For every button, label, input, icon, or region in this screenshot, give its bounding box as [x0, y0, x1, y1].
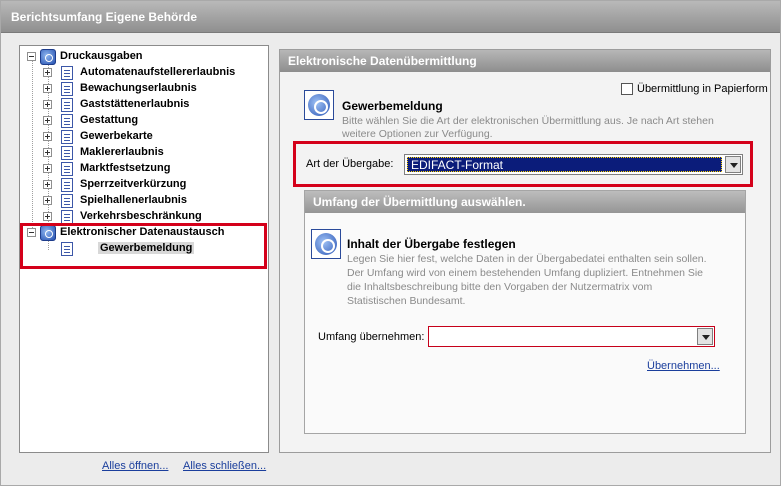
tree-item-label: Verkehrsbeschränkung [80, 210, 202, 222]
open-all-link[interactable]: Alles öffnen... [102, 460, 168, 472]
scope-desc-line: Statistischen Bundesamt. [347, 295, 466, 307]
expand-icon[interactable] [43, 132, 52, 141]
tree-item-sperrzeitverkuerzung[interactable]: Sperrzeitverkürzung [20, 177, 268, 193]
paper-transfer-checkbox[interactable] [621, 83, 633, 95]
dropdown-arrow-icon[interactable] [697, 328, 713, 345]
document-icon [61, 162, 73, 176]
expand-icon[interactable] [43, 148, 52, 157]
window-title: Berichtsumfang Eigene Behörde [1, 1, 780, 33]
scope-panel: Umfang der Übermittlung auswählen. Inhal… [304, 190, 746, 434]
report-scope-window: Berichtsumfang Eigene Behörde Druckausga… [0, 0, 781, 486]
scope-select[interactable] [428, 326, 715, 347]
tree-node-druckausgaben[interactable]: Druckausgaben [20, 49, 268, 65]
paper-transfer-label: Übermittlung in Papierform [637, 83, 768, 95]
scope-select-value [431, 329, 694, 344]
expand-icon[interactable] [43, 212, 52, 221]
tree-item-automatenaufstellererlaubnis[interactable]: Automatenaufstellererlaubnis [20, 65, 268, 81]
tree-item-label: Gewerbekarte [80, 130, 153, 142]
scope-field-label: Umfang übernehmen: [318, 331, 425, 343]
tree-item-gestattung[interactable]: Gestattung [20, 113, 268, 129]
tree-item-label: Sperrzeitverkürzung [80, 178, 187, 190]
scope-desc-line: die Inhaltsbeschreibung bitte den Vorgab… [347, 281, 653, 293]
document-icon [61, 82, 73, 96]
document-icon [61, 114, 73, 128]
document-icon [61, 210, 73, 224]
tree-item-label: Gestattung [80, 114, 139, 126]
print-folder-icon [40, 49, 56, 65]
gewerbemeldung-icon [304, 90, 334, 120]
tree-item-label: Spielhallenerlaubnis [80, 194, 187, 206]
tree-item-label: Bewachungserlaubnis [80, 82, 197, 94]
tree-item-gewerbekarte[interactable]: Gewerbekarte [20, 129, 268, 145]
tree-item-label: Maklererlaubnis [80, 146, 164, 158]
document-icon [61, 66, 73, 80]
close-all-link[interactable]: Alles schließen... [183, 460, 266, 472]
tree-item-label: Marktfestsetzung [80, 162, 171, 174]
tree-item-label: Automatenaufstellererlaubnis [80, 66, 236, 78]
scope-panel-header: Umfang der Übermittlung auswählen. [305, 191, 745, 213]
document-icon [61, 194, 73, 208]
scope-title: Inhalt der Übergabe festlegen [347, 237, 516, 251]
expand-icon[interactable] [43, 180, 52, 189]
document-icon [61, 130, 73, 144]
expand-icon[interactable] [43, 116, 52, 125]
expand-icon[interactable] [43, 100, 52, 109]
scope-desc-line: Der Umfang wird von einem bestehenden Um… [347, 267, 704, 279]
tree-node-label: Druckausgaben [60, 50, 143, 62]
tree-item-gaststaettenerlaubnis[interactable]: Gaststättenerlaubnis [20, 97, 268, 113]
highlight-box-tree [20, 223, 267, 269]
document-icon [61, 146, 73, 160]
tree-item-marktfestsetzung[interactable]: Marktfestsetzung [20, 161, 268, 177]
scope-icon [311, 229, 341, 259]
tree-item-label: Gaststättenerlaubnis [80, 98, 190, 110]
collapse-icon[interactable] [27, 52, 36, 61]
expand-icon[interactable] [43, 84, 52, 93]
panel-header: Elektronische Datenübermittlung [280, 50, 770, 72]
expand-icon[interactable] [43, 196, 52, 205]
scope-desc-line: Legen Sie hier fest, welche Daten in der… [347, 253, 707, 265]
tree-item-maklererlaubnis[interactable]: Maklererlaubnis [20, 145, 268, 161]
expand-icon[interactable] [43, 68, 52, 77]
expand-icon[interactable] [43, 164, 52, 173]
highlight-box-transfer-type [293, 141, 753, 187]
section-title: Gewerbemeldung [342, 99, 443, 113]
document-icon [61, 98, 73, 112]
tree-item-spielhallenerlaubnis[interactable]: Spielhallenerlaubnis [20, 193, 268, 209]
electronic-transfer-panel: Elektronische Datenübermittlung Übermitt… [279, 49, 771, 453]
apply-link[interactable]: Übernehmen... [647, 360, 720, 372]
document-icon [61, 178, 73, 192]
section-desc-line2: weitere Optionen zur Verfügung. [342, 128, 493, 140]
section-desc-line1: Bitte wählen Sie die Art der elektronisc… [342, 115, 714, 127]
tree-item-bewachungserlaubnis[interactable]: Bewachungserlaubnis [20, 81, 268, 97]
